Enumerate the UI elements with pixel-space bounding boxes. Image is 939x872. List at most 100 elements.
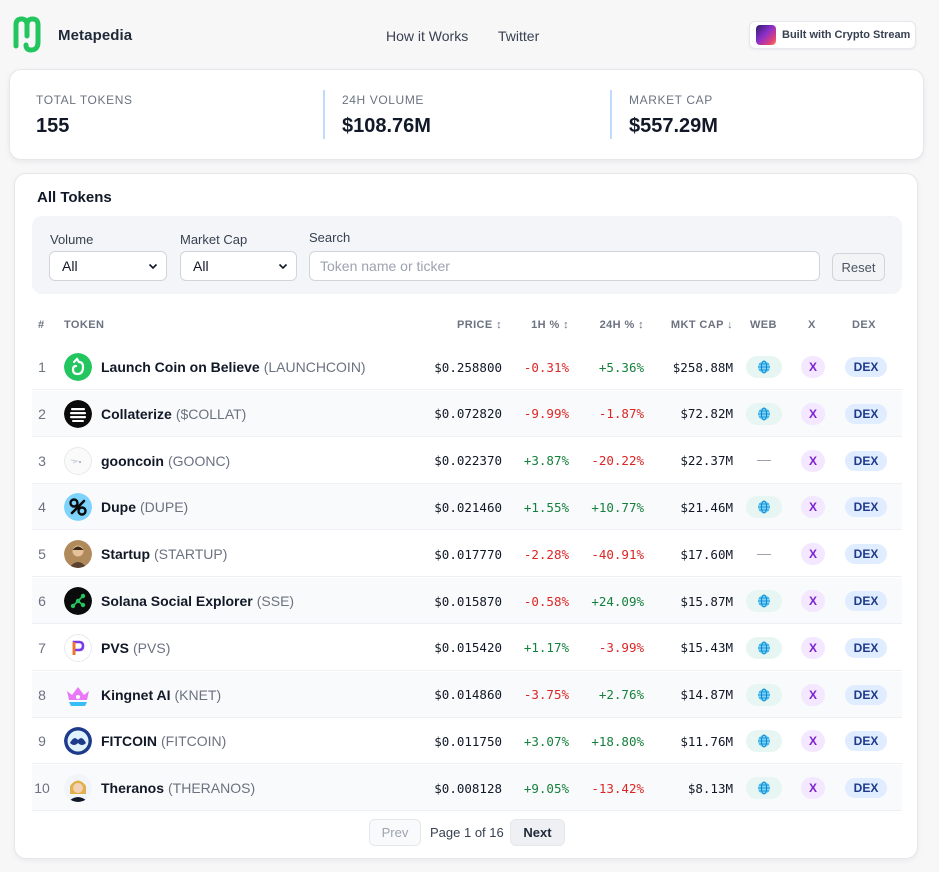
table-row[interactable]: 1 Launch Coin on Believe (LAUNCHCOIN) $0.25… — [32, 344, 902, 390]
stat-value: 155 — [36, 115, 70, 137]
website-link[interactable] — [746, 356, 782, 378]
metapedia-logo-icon[interactable] — [12, 16, 46, 56]
change-1h: +9.05% — [523, 780, 569, 796]
nav-how-it-works[interactable]: How it Works — [386, 28, 468, 44]
table-row[interactable]: 5 Startup (STARTUP) $0.017770 -2.28% -40.91% $… — [32, 531, 902, 578]
built-with-crypto-stream-button[interactable]: Built with Crypto Stream — [749, 21, 916, 49]
x-link[interactable]: X — [801, 730, 825, 753]
token-cell[interactable]: Launch Coin on Believe (LAUNCHCOIN) — [64, 344, 366, 390]
change-24h: +2.76% — [598, 687, 644, 703]
dex-link[interactable]: DEX — [845, 731, 887, 752]
row-number: 9 — [38, 733, 46, 750]
website-link[interactable] — [746, 402, 782, 425]
globe-icon — [757, 641, 771, 655]
volume-select[interactable]: All — [49, 251, 167, 281]
token-name: Kingnet AI — [101, 686, 171, 703]
change-1h: -2.28% — [523, 546, 569, 562]
token-cell[interactable]: Collaterize ($COLLAT) — [64, 391, 246, 437]
token-price: $0.022370 — [434, 453, 502, 469]
web-cell — [745, 391, 783, 437]
stat-label: TOTAL TOKENS — [36, 93, 133, 107]
x-link[interactable]: X — [801, 356, 825, 378]
col-24h-sort[interactable]: 24H % ↕ — [600, 319, 644, 331]
website-link[interactable] — [746, 730, 782, 753]
market-cap-select-value: All — [193, 258, 209, 274]
token-cell[interactable]: Startup (STARTUP) — [64, 531, 227, 577]
dex-link[interactable]: DEX — [845, 637, 887, 658]
x-link[interactable]: X — [801, 496, 825, 519]
x-link[interactable]: X — [801, 590, 825, 612]
x-link[interactable]: X — [801, 449, 825, 472]
token-ticker: (STARTUP) — [154, 546, 228, 563]
change-1h: -0.31% — [523, 359, 569, 375]
web-cell — [745, 578, 783, 624]
prev-page-button[interactable]: Prev — [369, 819, 421, 846]
token-price: $0.011750 — [434, 733, 502, 749]
brand-name[interactable]: Metapedia — [58, 27, 132, 44]
row-number: 8 — [38, 686, 46, 703]
filters-bar: Volume All Market Cap All Search Reset — [32, 216, 902, 294]
x-link[interactable]: X — [801, 636, 825, 659]
website-link[interactable] — [746, 590, 782, 612]
token-cell[interactable]: Kingnet AI (KNET) — [64, 672, 221, 718]
token-cell[interactable]: Theranos (THERANOS) — [64, 765, 255, 811]
web-cell — [745, 625, 783, 671]
dex-cell: DEX — [844, 578, 888, 624]
x-link[interactable]: X — [801, 683, 825, 706]
search-input[interactable] — [309, 251, 820, 281]
change-1h: +1.55% — [523, 499, 569, 515]
table-row[interactable]: 8 Kingnet AI (KNET) $0.014860 -3.75% +2.76% $1… — [32, 671, 902, 718]
table-row[interactable]: 3 gooncoin (GOONC) $0.022370 +3.87% -20.22% $2… — [32, 438, 902, 484]
dex-link[interactable]: DEX — [845, 403, 887, 424]
dex-cell: DEX — [844, 484, 888, 530]
table-row[interactable]: 7 PVS (PVS) $0.015420 +1.17% -3.99% $15.43M X DE… — [32, 625, 902, 671]
globe-icon — [757, 360, 771, 374]
token-cell[interactable]: Dupe (DUPE) — [64, 484, 188, 530]
token-ticker: (FITCOIN) — [161, 733, 227, 750]
x-cell: X — [800, 344, 826, 390]
nav-twitter[interactable]: Twitter — [498, 28, 539, 44]
col-price-sort[interactable]: PRICE ↕ — [457, 319, 502, 331]
x-cell: X — [800, 484, 826, 530]
x-link[interactable]: X — [801, 402, 825, 425]
x-link[interactable]: X — [801, 543, 825, 566]
dex-link[interactable]: DEX — [845, 357, 887, 377]
dex-link[interactable]: DEX — [845, 544, 887, 565]
web-cell — [745, 531, 783, 577]
dex-link[interactable]: DEX — [845, 591, 887, 611]
row-number: 7 — [38, 639, 46, 656]
table-row[interactable]: 4 Dupe (DUPE) $0.021460 +1.55% +10.77% $21.46M… — [32, 484, 902, 531]
x-link[interactable]: X — [801, 777, 825, 800]
col-1h-sort[interactable]: 1H % ↕ — [531, 319, 569, 331]
token-cell[interactable]: PVS (PVS) — [64, 625, 170, 671]
col-mktcap-sort[interactable]: MKT CAP ↓ — [671, 319, 733, 331]
change-24h: +5.36% — [598, 359, 644, 375]
token-cell[interactable]: gooncoin (GOONC) — [64, 438, 230, 484]
website-link[interactable] — [746, 683, 782, 706]
dex-link[interactable]: DEX — [845, 684, 887, 705]
website-link[interactable] — [746, 496, 782, 519]
x-cell: X — [800, 672, 826, 718]
market-cap-select[interactable]: All — [180, 251, 297, 281]
dex-link[interactable]: DEX — [845, 450, 887, 471]
change-1h: -3.75% — [523, 687, 569, 703]
row-number: 1 — [38, 359, 46, 375]
dex-link[interactable]: DEX — [845, 778, 887, 799]
table-row[interactable]: 9 FITCOIN (FITCOIN) $0.011750 +3.07% +18.80% $… — [32, 718, 902, 765]
token-cell[interactable]: Solana Social Explorer (SSE) — [64, 578, 294, 624]
reset-button[interactable]: Reset — [832, 253, 885, 281]
dex-link[interactable]: DEX — [845, 497, 887, 518]
table-row[interactable]: 6 Solana Social Explorer (SSE) $0.015870 -0.… — [32, 578, 902, 624]
table-row[interactable]: 10 Theranos (THERANOS) $0.008128 +9.05% -13.4… — [32, 765, 902, 812]
x-cell: X — [800, 391, 826, 437]
dex-cell: DEX — [844, 531, 888, 577]
token-ticker: (SSE) — [256, 593, 295, 609]
dupe-icon — [64, 493, 92, 522]
website-link[interactable] — [746, 777, 782, 800]
token-price: $0.014860 — [434, 687, 502, 703]
token-cell[interactable]: FITCOIN (FITCOIN) — [64, 718, 226, 764]
col-num: # — [38, 319, 45, 331]
next-page-button[interactable]: Next — [510, 819, 565, 846]
website-link[interactable] — [746, 636, 782, 659]
table-row[interactable]: 2 Collaterize ($COLLAT) $0.072820 -9.99% -1.8… — [32, 390, 902, 437]
